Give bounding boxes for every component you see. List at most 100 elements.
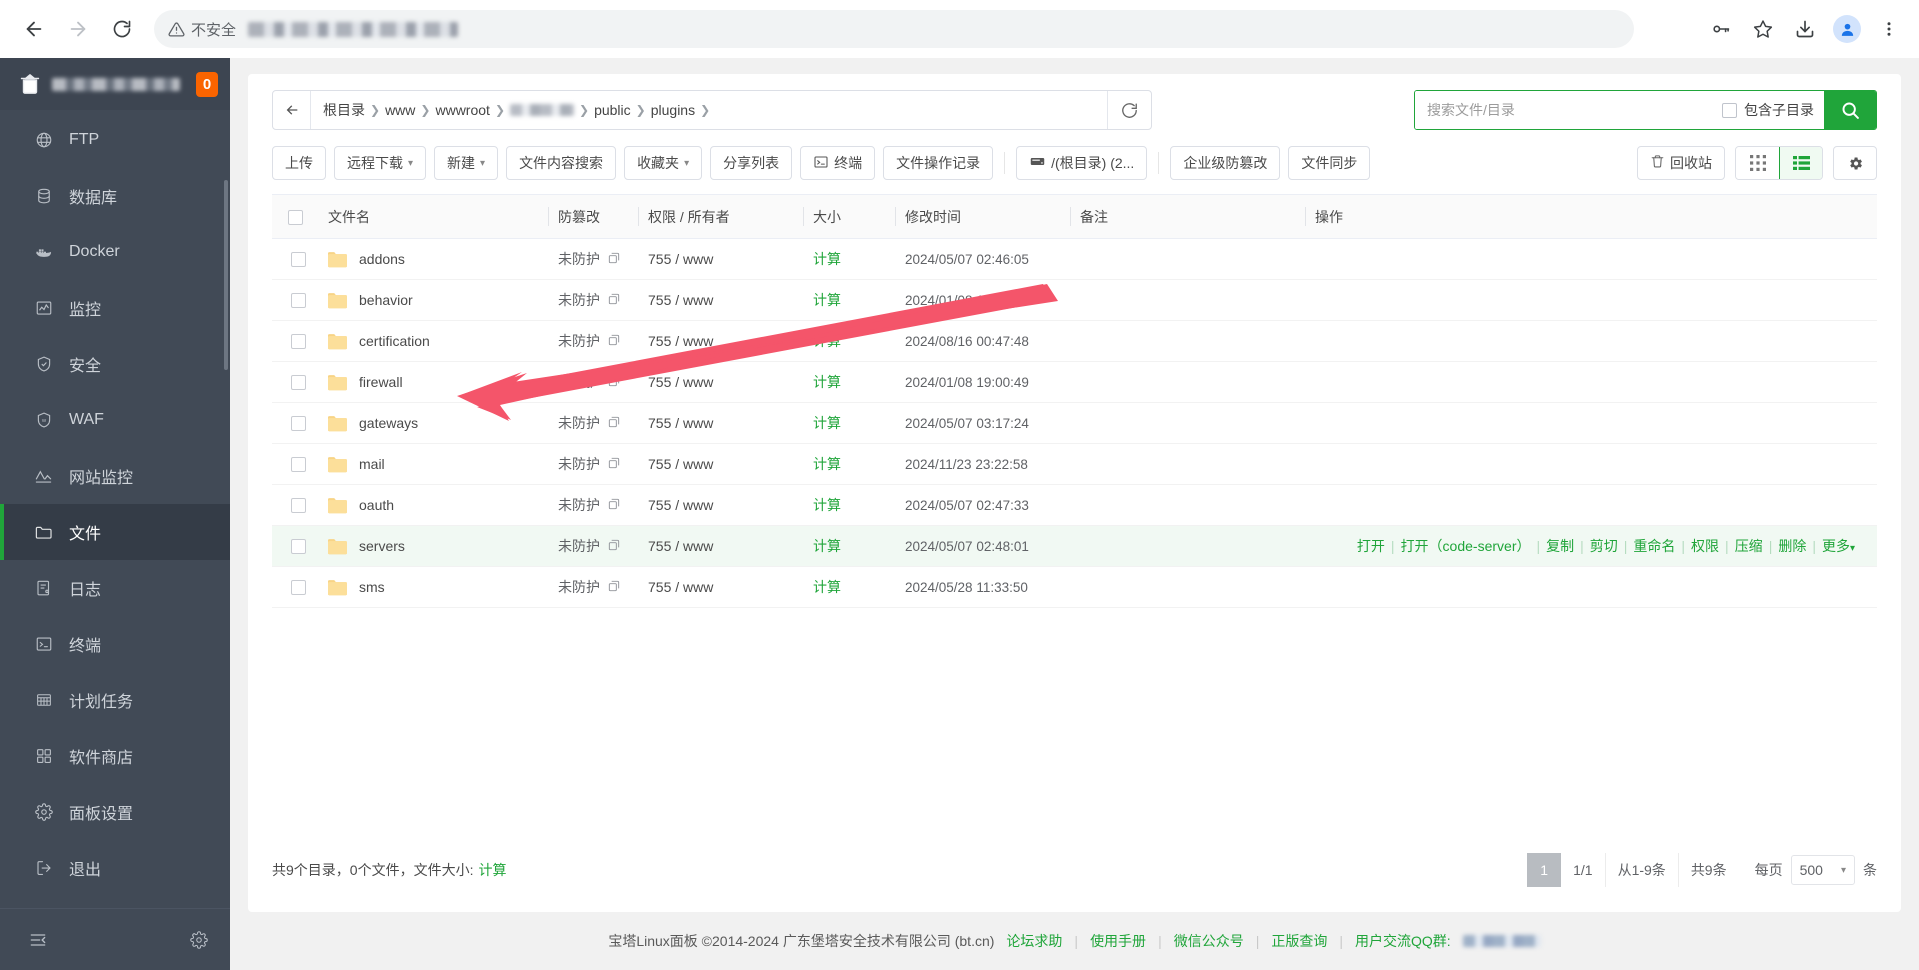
row-size-cell[interactable]: 计算 — [803, 525, 895, 567]
row-size-cell[interactable]: 计算 — [803, 402, 895, 444]
collapse-menu-icon[interactable] — [28, 930, 48, 950]
antitamper-toggle-icon[interactable] — [607, 374, 621, 391]
breadcrumb-segment-root[interactable]: 根目录 — [323, 100, 365, 120]
row-filename-cell[interactable]: behavior — [318, 279, 548, 321]
table-row[interactable]: oauth 未防护 755 / www 计算 2024/05/07 02:47:… — [272, 484, 1877, 526]
row-filename-cell[interactable]: certification — [318, 320, 548, 362]
upload-button[interactable]: 上传 — [272, 146, 326, 180]
row-permission-cell[interactable]: 755 / www — [638, 443, 803, 485]
sidebar-item-site-monitor[interactable]: 网站监控 — [0, 448, 230, 504]
antitamper-toggle-icon[interactable] — [607, 415, 621, 432]
breadcrumb-segment-wwwroot[interactable]: wwwroot — [435, 102, 489, 118]
search-button[interactable] — [1824, 91, 1876, 129]
row-note-cell[interactable] — [1070, 443, 1305, 485]
footer-link-forum[interactable]: 论坛求助 — [1006, 931, 1062, 951]
row-note-cell[interactable] — [1070, 361, 1305, 403]
sidebar-brand[interactable]: 0 — [0, 58, 230, 110]
downloads-icon[interactable] — [1787, 11, 1823, 47]
action-open-code-server[interactable]: 打开（code-server） — [1395, 536, 1537, 556]
row-permission-cell[interactable]: 755 / www — [638, 238, 803, 280]
row-checkbox[interactable] — [290, 539, 306, 555]
browser-forward-button[interactable] — [58, 9, 98, 49]
breadcrumb-segment-www[interactable]: www — [385, 102, 415, 118]
sidebar-item-ftp[interactable]: FTP — [0, 112, 230, 168]
chrome-menu-icon[interactable] — [1871, 11, 1907, 47]
include-subdirectory-checkbox[interactable] — [1722, 102, 1737, 118]
table-row[interactable]: addons 未防护 755 / www 计算 2024/05/07 02:46… — [272, 238, 1877, 280]
antitamper-toggle-icon[interactable] — [607, 251, 621, 268]
address-bar[interactable]: 不安全 — [154, 10, 1634, 48]
row-size-cell[interactable]: 计算 — [803, 279, 895, 321]
terminal-button[interactable]: 终端 — [800, 146, 876, 180]
row-note-cell[interactable] — [1070, 566, 1305, 608]
passwords-key-icon[interactable] — [1703, 11, 1739, 47]
action-rename[interactable]: 重命名 — [1627, 536, 1681, 556]
row-size-cell[interactable]: 计算 — [803, 566, 895, 608]
row-size-cell[interactable]: 计算 — [803, 443, 895, 485]
sidebar-item-waf[interactable]: W WAF — [0, 392, 230, 448]
notification-badge[interactable]: 0 — [196, 71, 218, 97]
table-row[interactable]: sms 未防护 755 / www 计算 2024/05/28 11:33:50 — [272, 566, 1877, 608]
table-row[interactable]: certification 未防护 755 / www 计算 2024/08/1… — [272, 320, 1877, 362]
file-operation-log-button[interactable]: 文件操作记录 — [883, 146, 994, 180]
column-filename[interactable]: 文件名 — [318, 194, 548, 239]
row-note-cell[interactable] — [1070, 525, 1305, 567]
row-checkbox[interactable] — [290, 334, 306, 350]
column-mtime[interactable]: 修改时间 — [895, 194, 1070, 239]
breadcrumb-segment-public[interactable]: public — [594, 102, 631, 118]
row-checkbox[interactable] — [290, 580, 306, 596]
remote-download-button[interactable]: 远程下载 ▾ — [334, 146, 427, 180]
row-filename-cell[interactable]: mail — [318, 443, 548, 485]
row-checkbox[interactable] — [290, 457, 306, 473]
row-permission-cell[interactable]: 755 / www — [638, 320, 803, 362]
share-list-button[interactable]: 分享列表 — [710, 146, 793, 180]
column-permission-owner[interactable]: 权限 / 所有者 — [638, 194, 803, 239]
action-delete[interactable]: 删除 — [1772, 536, 1812, 556]
sidebar-item-logs[interactable]: 日志 — [0, 560, 230, 616]
sidebar-item-files[interactable]: 文件 — [0, 504, 230, 560]
sidebar-settings-gear-icon[interactable] — [190, 930, 208, 949]
row-note-cell[interactable] — [1070, 279, 1305, 321]
profile-avatar[interactable] — [1829, 11, 1865, 47]
table-row[interactable]: mail 未防护 755 / www 计算 2024/11/23 23:22:5… — [272, 443, 1877, 485]
row-note-cell[interactable] — [1070, 238, 1305, 280]
table-row[interactable]: behavior 未防护 755 / www 计算 2024/01/08 19:… — [272, 279, 1877, 321]
action-permission[interactable]: 权限 — [1685, 536, 1725, 556]
sidebar-scrollbar[interactable] — [224, 180, 228, 370]
sidebar-item-panel-settings[interactable]: 面板设置 — [0, 784, 230, 840]
per-page-select[interactable]: 500 ▾ — [1790, 855, 1855, 885]
antitamper-toggle-icon[interactable] — [607, 292, 621, 309]
row-filename-cell[interactable]: addons — [318, 238, 548, 280]
bookmark-star-icon[interactable] — [1745, 11, 1781, 47]
sidebar-item-app-store[interactable]: 软件商店 — [0, 728, 230, 784]
row-checkbox[interactable] — [290, 252, 306, 268]
action-cut[interactable]: 剪切 — [1584, 536, 1624, 556]
row-size-cell[interactable]: 计算 — [803, 320, 895, 362]
browser-back-button[interactable] — [14, 9, 54, 49]
row-permission-cell[interactable]: 755 / www — [638, 566, 803, 608]
footer-link-license-check[interactable]: 正版查询 — [1271, 931, 1327, 951]
antitamper-toggle-icon[interactable] — [607, 456, 621, 473]
antitamper-toggle-icon[interactable] — [607, 497, 621, 514]
antitamper-toggle-icon[interactable] — [607, 333, 621, 350]
column-note[interactable]: 备注 — [1070, 194, 1305, 239]
file-sync-button[interactable]: 文件同步 — [1288, 146, 1371, 180]
action-compress[interactable]: 压缩 — [1729, 536, 1769, 556]
sidebar-item-security[interactable]: 安全 — [0, 336, 230, 392]
row-size-cell[interactable]: 计算 — [803, 484, 895, 526]
content-search-button[interactable]: 文件内容搜索 — [506, 146, 617, 180]
new-button[interactable]: 新建 ▾ — [434, 146, 499, 180]
row-permission-cell[interactable]: 755 / www — [638, 402, 803, 444]
action-open[interactable]: 打开 — [1351, 536, 1391, 556]
row-permission-cell[interactable]: 755 / www — [638, 525, 803, 567]
enterprise-antitamper-button[interactable]: 企业级防篡改 — [1170, 146, 1281, 180]
sidebar-item-database[interactable]: 数据库 — [0, 168, 230, 224]
row-size-cell[interactable]: 计算 — [803, 238, 895, 280]
row-note-cell[interactable] — [1070, 402, 1305, 444]
row-checkbox[interactable] — [290, 416, 306, 432]
search-input[interactable] — [1415, 91, 1718, 129]
refresh-icon[interactable] — [1107, 91, 1151, 129]
list-view-button[interactable] — [1779, 147, 1822, 179]
antitamper-toggle-icon[interactable] — [607, 538, 621, 555]
select-all-checkbox[interactable] — [288, 209, 303, 225]
